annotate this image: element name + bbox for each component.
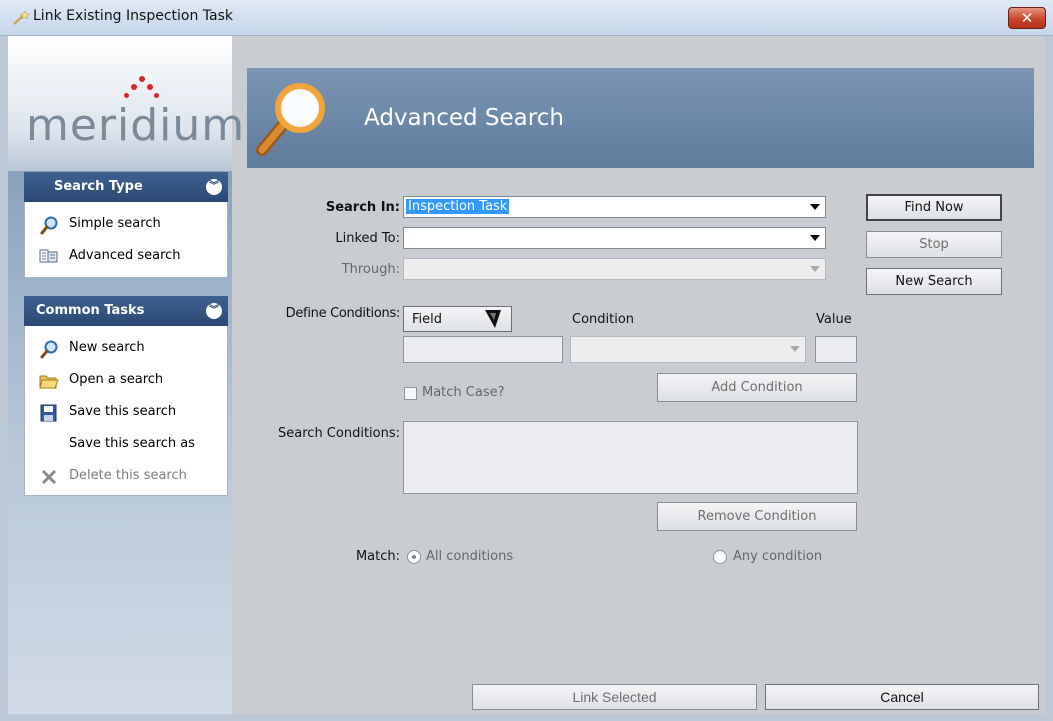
add-condition-button: Add Condition [657, 373, 857, 402]
magnifier-icon [39, 215, 59, 235]
advanced-search-label: Advanced search [69, 248, 181, 263]
stop-button: Stop [866, 231, 1002, 258]
collapse-chevron-icon[interactable]: ︾ [206, 303, 222, 319]
match-case-label: Match Case? [422, 385, 505, 400]
common-tasks-pane: New search Open a search Save this searc… [24, 326, 228, 496]
close-button[interactable]: ✕ [1008, 7, 1046, 29]
remove-condition-button: Remove Condition [657, 502, 857, 531]
logo-dot [154, 93, 159, 98]
simple-search-link[interactable]: Simple search [25, 212, 227, 238]
field-label: Field [412, 311, 443, 327]
condition-dropdown [570, 336, 806, 363]
new-search-link[interactable]: New search [25, 336, 227, 362]
dropdown-arrow-icon [807, 230, 823, 246]
dropdown-arrow-icon [787, 341, 803, 357]
search-type-pane: Simple search Advanced search [24, 202, 228, 278]
all-conditions-label: All conditions [426, 549, 514, 564]
folder-open-icon [39, 371, 59, 391]
delete-x-icon [39, 467, 59, 487]
magnifier-icon [39, 339, 59, 359]
link-selected-button: Link Selected [472, 684, 757, 710]
search-in-value: Inspection Task [406, 199, 510, 214]
save-search-link[interactable]: Save this search [25, 400, 227, 426]
search-type-title: Search Type [54, 179, 143, 194]
new-search-button[interactable]: New Search [866, 268, 1002, 295]
search-conditions-label: Search Conditions: [278, 426, 400, 441]
advanced-search-link[interactable]: Advanced search [25, 244, 227, 270]
simple-search-label: Simple search [69, 216, 161, 231]
window-title: Link Existing Inspection Task [33, 8, 233, 24]
page-title: Advanced Search [364, 105, 564, 131]
all-conditions-radio [407, 550, 421, 564]
value-input [815, 336, 857, 363]
linked-to-dropdown[interactable] [403, 227, 826, 249]
logo-dot [147, 84, 153, 90]
search-in-label: Search In: [325, 200, 400, 215]
define-conditions-label: Define Conditions: [285, 306, 401, 321]
task-label: New search [69, 340, 145, 355]
logo-dot [131, 84, 137, 90]
save-search-as-link[interactable]: Save this search as [25, 432, 227, 458]
dropdown-arrow-icon [807, 261, 823, 277]
close-icon: ✕ [1020, 9, 1034, 27]
find-now-button[interactable]: Find Now [866, 194, 1002, 221]
dropdown-arrow-icon [807, 199, 823, 215]
common-tasks-title: Common Tasks [36, 303, 145, 318]
delete-search-link: Delete this search [25, 464, 227, 490]
collapse-chevron-icon[interactable]: ︾ [206, 179, 222, 195]
floppy-disk-icon [39, 403, 59, 423]
open-search-link[interactable]: Open a search [25, 368, 227, 394]
task-label: Save this search as [69, 436, 195, 451]
linked-to-label: Linked To: [335, 231, 400, 246]
search-conditions-list [403, 421, 858, 494]
task-label: Delete this search [69, 468, 187, 483]
condition-column-header: Condition [572, 312, 635, 327]
task-label: Save this search [69, 404, 177, 419]
any-condition-radio [713, 550, 727, 564]
logo-dot [124, 93, 129, 98]
meridium-logo: meridium [26, 100, 246, 151]
through-dropdown [403, 258, 826, 280]
advanced-search-icon [39, 247, 59, 267]
cursor-arrow-icon [485, 310, 501, 332]
match-label: Match: [355, 549, 400, 564]
search-type-header[interactable]: Search Type ︾ [24, 172, 228, 202]
common-tasks-header[interactable]: Common Tasks ︾ [24, 296, 228, 326]
field-picker-button[interactable]: Field [403, 306, 512, 332]
cancel-button[interactable]: Cancel [765, 684, 1039, 710]
task-label: Open a search [69, 372, 164, 387]
field-input [403, 336, 563, 363]
any-condition-label: Any condition [733, 549, 823, 564]
logo-dot [139, 76, 145, 82]
through-label: Through: [341, 262, 400, 277]
magnifier-large-icon [252, 78, 332, 158]
wand-icon [12, 10, 31, 26]
search-in-dropdown[interactable]: Inspection Task [403, 196, 826, 218]
match-case-checkbox [404, 387, 417, 400]
value-column-header: Value [816, 312, 852, 327]
